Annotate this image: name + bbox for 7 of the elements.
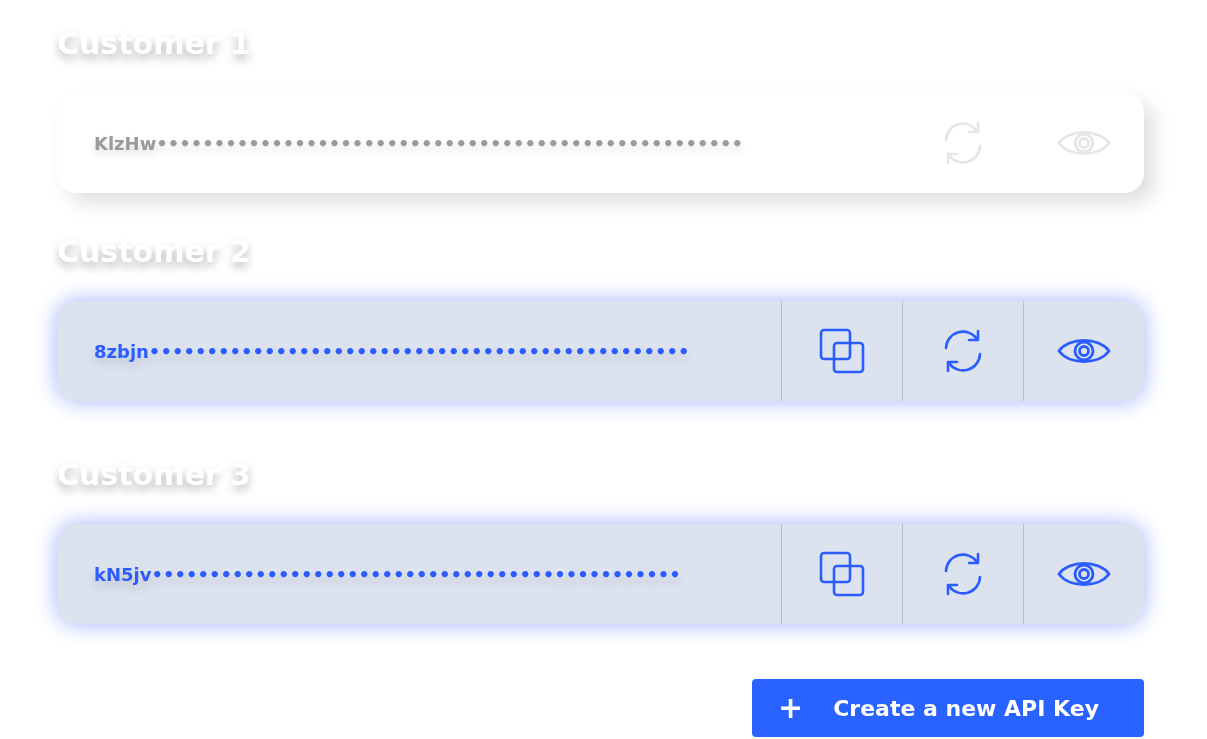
copy-icon: [818, 550, 866, 598]
copy-icon: [818, 327, 866, 375]
create-api-key-button[interactable]: + Create a new API Key: [752, 679, 1144, 737]
masked-key: 8zbjn•••••••••••••••••••••••••••••••••••••••••••••••: [94, 340, 690, 362]
plus-icon: +: [778, 693, 804, 723]
masked-key: KlzHw•••••••••••••••••••••••••••••••••••••••••••••••••••: [94, 132, 744, 154]
masked-key: kN5jv••••••••••••••••••••••••••••••••••••••••••••••: [94, 563, 681, 585]
